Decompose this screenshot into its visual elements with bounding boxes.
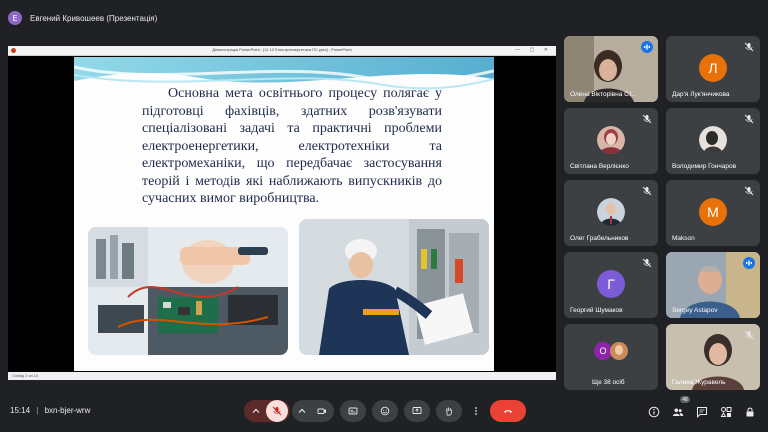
people-icon[interactable] [672, 406, 684, 418]
mic-off-icon [272, 406, 282, 416]
powerpoint-statusbar: Слайд 2 из 10 [8, 372, 556, 380]
participant-name: Володимир Гончаров [672, 163, 737, 170]
participant-avatar [597, 126, 625, 154]
participant-tile[interactable]: Л Дар'я Лук'янчикова [666, 36, 760, 102]
reactions-button[interactable] [372, 400, 398, 422]
participant-tile[interactable]: Г Георгий Шумаков [564, 252, 658, 318]
mic-off-icon [744, 42, 754, 52]
captions-button[interactable] [340, 400, 366, 422]
participant-tile[interactable]: M Makson [666, 180, 760, 246]
window-controls-icon: — ▢ ✕ [515, 47, 552, 53]
electrician-photo [299, 219, 489, 355]
mic-off-icon [744, 114, 754, 124]
participant-tile[interactable]: Володимир Гончаров [666, 108, 760, 174]
raise-hand-icon [445, 407, 453, 416]
chevron-up-icon [298, 408, 306, 413]
more-icon [475, 407, 477, 415]
participant-name: Георгий Шумаков [570, 307, 623, 314]
camera-group [292, 400, 334, 422]
camera-icon [317, 408, 326, 414]
top-bar: Е Евгений Кривошеев (Презентація) [8, 6, 157, 30]
raise-hand-button[interactable] [436, 400, 462, 422]
mic-options-button[interactable] [246, 406, 266, 416]
participant-name: Sergey Astapov [672, 307, 718, 314]
participant-tile[interactable]: Галина Журавель [666, 324, 760, 390]
participant-avatar [610, 342, 628, 360]
electronics-photo [88, 227, 288, 355]
more-participants-tile[interactable]: О Ще 38 осіб [564, 324, 658, 390]
mic-off-icon [744, 186, 754, 196]
activities-icon[interactable] [720, 406, 732, 418]
participant-name: Дар'я Лук'янчикова [672, 91, 730, 98]
participant-tile-active[interactable]: Sergey Astapov [666, 252, 760, 318]
camera-toggle-button[interactable] [311, 406, 333, 416]
captions-icon [348, 407, 358, 415]
more-options-button[interactable] [468, 400, 484, 422]
participant-name: Світлана Верлієнко [570, 163, 629, 170]
participant-avatar: Л [699, 54, 727, 82]
mic-off-icon [642, 186, 652, 196]
participant-avatar: Г [597, 270, 625, 298]
participant-name: Makson [672, 235, 695, 242]
powerpoint-window-title: Демонстрація PowerPoint - [11 12 Електро… [212, 47, 352, 52]
participant-tile[interactable]: Олена Вікторівна Ст... [564, 36, 658, 102]
participant-avatar [597, 198, 625, 226]
slide-counter: Слайд 2 из 10 [12, 373, 39, 378]
presenter-title: Евгений Кривошеев (Презентація) [30, 13, 158, 23]
participant-avatar [699, 126, 727, 154]
participant-avatar: M [699, 198, 727, 226]
mic-toggle-button[interactable] [266, 400, 288, 422]
participant-name: Галина Журавель [672, 379, 726, 386]
mic-off-icon [744, 330, 754, 340]
participant-name: Олег Грабельников [570, 235, 629, 242]
slide-body-text: Основна мета освітнього процесу полягає … [142, 86, 442, 206]
meeting-code: bxn-bjer-wrw [44, 406, 91, 415]
slide: Основна мета освітнього процесу полягає … [74, 57, 494, 371]
chevron-up-icon [252, 408, 260, 413]
powerpoint-titlebar: Демонстрація PowerPoint - [11 12 Електро… [8, 46, 556, 56]
participant-tile[interactable]: Світлана Верлієнко [564, 108, 658, 174]
meeting-info: 15:14 | bxn-bjer-wrw [10, 406, 90, 415]
participants-count-badge: 48 [680, 396, 690, 403]
info-icon[interactable] [648, 406, 660, 418]
presentation-stage[interactable]: Демонстрація PowerPoint - [11 12 Електро… [8, 46, 556, 380]
chat-icon[interactable] [696, 406, 708, 418]
lock-icon[interactable] [744, 406, 756, 418]
end-call-button[interactable] [490, 400, 526, 422]
speaking-indicator-icon [641, 41, 653, 53]
emoji-icon [380, 406, 390, 416]
participant-tile[interactable]: Олег Грабельников [564, 180, 658, 246]
meeting-time: 15:14 [10, 406, 31, 415]
bottom-toolbar: 15:14 | bxn-bjer-wrw 48 [0, 396, 768, 432]
separator: | [36, 406, 39, 415]
speaking-indicator-icon [743, 257, 755, 269]
camera-options-button[interactable] [293, 406, 311, 416]
participant-name: Олена Вікторівна Ст... [570, 91, 637, 98]
mic-off-icon [642, 258, 652, 268]
presenter-avatar: Е [8, 11, 22, 25]
mic-off-icon [642, 114, 652, 124]
present-icon [412, 407, 422, 414]
mic-group [244, 400, 290, 422]
participant-name: Ще 38 осіб [592, 379, 625, 386]
end-call-icon [504, 410, 512, 413]
present-button[interactable] [404, 400, 430, 422]
